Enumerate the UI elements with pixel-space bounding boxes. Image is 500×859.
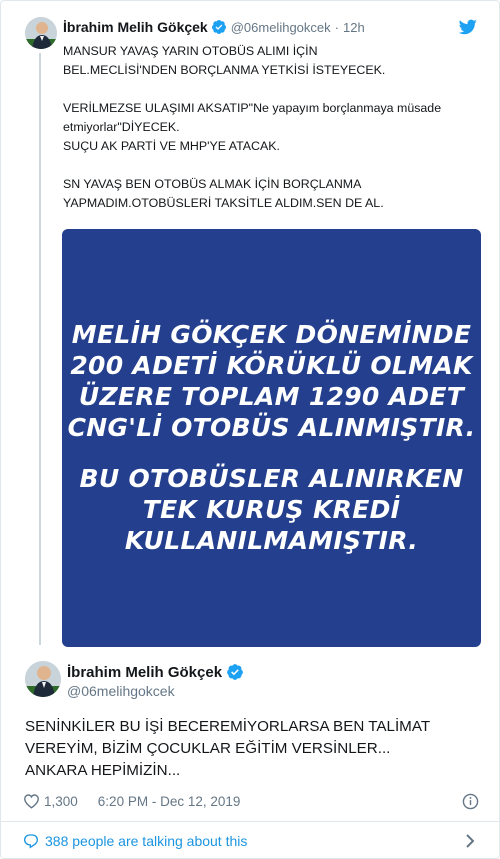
media-text-line: CNG'Lİ OTOBÜS ALINMIŞTIR. [67,413,476,442]
parent-author-name[interactable]: İbrahim Melih Gökçek [63,19,208,35]
media-text-line: 200 ADETİ KÖRÜKLÜ OLMAK [70,351,473,380]
media-text-block-1: MELİH GÖKÇEK DÖNEMİNDE 200 ADETİ KÖRÜKLÜ… [62,319,481,443]
tweet-media-image[interactable]: MELİH GÖKÇEK DÖNEMİNDE 200 ADETİ KÖRÜKLÜ… [62,229,481,647]
heart-icon[interactable] [23,793,40,809]
main-text-line: ANKARA HEPİMİZİN... [25,762,181,779]
thread-connector-line [39,53,41,645]
main-text-line: SENİNKİLER BU İŞİ BECEREMİYORLARSA BEN T… [25,718,431,735]
chevron-right-icon[interactable] [465,834,475,848]
parent-tweet-text: MANSUR YAVAŞ YARIN OTOBÜS ALIMI İÇİN BEL… [63,42,483,213]
embedded-tweet-card: İbrahim Melih Gökçek @06melihgokcek · 12… [0,0,500,859]
main-author-name[interactable]: İbrahim Melih Gökçek [67,664,222,681]
media-text-line: KULLANILMAMIŞTIR. [124,526,419,555]
parent-tweet-time[interactable]: 12h [343,20,365,35]
tweet-meta-row: 1,300 6:20 PM - Dec 12, 2019 [23,793,240,809]
parent-text-line: MANSUR YAVAŞ YARIN OTOBÜS ALIMI İÇİN [63,44,318,58]
header-separator: · [334,19,339,35]
main-author-handle[interactable]: @06melihgokcek [67,683,175,699]
parent-author-avatar[interactable] [25,17,57,49]
main-text-line: VEREYİM, BİZİM ÇOCUKLAR EĞİTİM VERSİNLER… [25,740,391,757]
media-text-block-2: BU OTOBÜSLER ALINIRKEN TEK KURUŞ KREDİ K… [62,463,481,556]
twitter-bird-icon[interactable] [458,19,477,35]
parent-text-line: SN YAVAŞ BEN OTOBÜS ALMAK İÇİN BORÇLANMA [63,177,362,191]
media-text-line: TEK KURUŞ KREDİ [142,495,401,524]
media-text-line: BU OTOBÜSLER ALINIRKEN [79,464,464,493]
parent-text-line: BEL.MECLİSİ'NDEN BORÇLANMA YETKİSİ İSTEY… [63,63,386,77]
tweet-timestamp[interactable]: 6:20 PM - Dec 12, 2019 [98,794,241,809]
parent-text-line: VERİLMEZSE ULAŞIMI AKSATIP"Ne yapayım bo… [63,101,442,115]
parent-text-line: etmiyorlar"DİYECEK. [63,120,180,134]
verified-badge-icon [226,663,244,681]
main-author-avatar[interactable] [25,661,61,697]
parent-text-line: YAPMADIM.OTOBÜSLERİ TAKSİTLE ALDIM.SEN D… [63,196,384,210]
main-tweet-text: SENİNKİLER BU İŞİ BECEREMİYORLARSA BEN T… [25,716,485,782]
parent-author-handle[interactable]: @06melihgokcek [231,20,331,35]
speech-bubble-icon [23,833,39,849]
talking-about-text: 388 people are talking about this [45,833,248,849]
info-icon[interactable] [462,793,479,810]
media-text-line: MELİH GÖKÇEK DÖNEMİNDE [71,320,472,349]
parent-tweet-header: İbrahim Melih Gökçek @06melihgokcek · 12… [63,17,365,37]
media-text-line: ÜZERE TOPLAM 1290 ADET [78,382,465,411]
conversation-link[interactable]: 388 people are talking about this [1,822,499,858]
verified-badge-icon [211,19,227,35]
like-count[interactable]: 1,300 [44,794,78,809]
main-author-name-row: İbrahim Melih Gökçek [67,663,248,681]
parent-text-line: SUÇU AK PARTİ VE MHP'YE ATACAK. [63,139,280,153]
